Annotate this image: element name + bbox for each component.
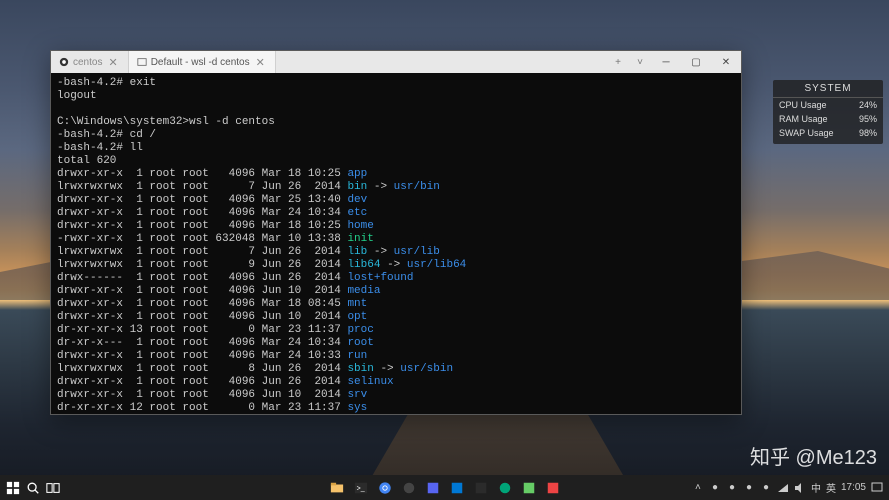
window-controls: ─ ▢ ✕	[651, 51, 741, 73]
tab-dropdown-button[interactable]: ˅	[629, 51, 651, 73]
taskbar-app-6[interactable]	[448, 479, 466, 497]
tray-volume-icon[interactable]	[794, 482, 806, 494]
taskbar-app-8[interactable]	[496, 479, 514, 497]
tab-label: Default - wsl -d centos	[151, 57, 250, 68]
tray-network-icon[interactable]	[777, 482, 789, 494]
system-row: CPU Usage24%	[773, 98, 883, 112]
tray-icon-4[interactable]: ●	[760, 482, 772, 494]
taskbar: >_ ˄ ● ● ● ● 中	[0, 475, 889, 500]
notification-center-icon[interactable]	[871, 482, 883, 494]
taskbar-app-terminal[interactable]: >_	[352, 479, 370, 497]
tray-chevron-icon[interactable]: ˄	[692, 482, 704, 494]
system-usage-widget: SYSTEM CPU Usage24%RAM Usage95%SWAP Usag…	[773, 80, 883, 144]
start-button[interactable]	[4, 479, 22, 497]
svg-text:>_: >_	[356, 485, 364, 492]
tray-icon-1[interactable]: ●	[709, 482, 721, 494]
new-tab-button[interactable]: +	[607, 51, 629, 73]
terminal-window: centos ✕ Default - wsl -d centos ✕ + ˅ ─ ▢ …	[50, 50, 742, 415]
tab-1[interactable]: Default - wsl -d centos ✕	[129, 51, 276, 73]
system-widget-title: SYSTEM	[773, 82, 883, 98]
tray-icon-3[interactable]: ●	[743, 482, 755, 494]
tray-icon-2[interactable]: ●	[726, 482, 738, 494]
taskbar-app-9[interactable]	[520, 479, 538, 497]
ime-indicator-1[interactable]: 中	[811, 480, 821, 495]
titlebar: centos ✕ Default - wsl -d centos ✕ + ˅ ─ ▢ …	[51, 51, 741, 73]
taskbar-app-5[interactable]	[424, 479, 442, 497]
maximize-button[interactable]: ▢	[681, 51, 711, 73]
watermark: 知乎 @Me123	[750, 441, 877, 470]
search-button[interactable]	[24, 479, 42, 497]
taskbar-app-chrome[interactable]	[376, 479, 394, 497]
tab-icon	[137, 57, 147, 67]
system-row: RAM Usage95%	[773, 112, 883, 126]
system-row: SWAP Usage98%	[773, 126, 883, 140]
clock[interactable]: 17:05	[841, 482, 866, 493]
taskbar-app-7[interactable]	[472, 479, 490, 497]
taskbar-app-4[interactable]	[400, 479, 418, 497]
system-tray: ˄ ● ● ● ● 中 英 17:05	[692, 480, 883, 495]
tab-0[interactable]: centos ✕	[51, 51, 129, 73]
watermark-text: 知乎 @Me123	[750, 441, 877, 470]
minimize-button[interactable]: ─	[651, 51, 681, 73]
tab-close-icon[interactable]: ✕	[106, 56, 119, 69]
close-button[interactable]: ✕	[711, 51, 741, 73]
task-view-button[interactable]	[44, 479, 62, 497]
taskbar-app-explorer[interactable]	[328, 479, 346, 497]
tab-close-icon[interactable]: ✕	[254, 56, 267, 69]
tab-icon	[59, 57, 69, 67]
taskbar-app-10[interactable]	[544, 479, 562, 497]
terminal-body[interactable]: -bash-4.2# exit logout C:\Windows\system…	[51, 73, 741, 414]
tab-strip: centos ✕ Default - wsl -d centos ✕	[51, 51, 607, 73]
ime-indicator-2[interactable]: 英	[826, 480, 836, 495]
desktop: SYSTEM CPU Usage24%RAM Usage95%SWAP Usag…	[0, 0, 889, 500]
tab-label: centos	[73, 57, 102, 68]
